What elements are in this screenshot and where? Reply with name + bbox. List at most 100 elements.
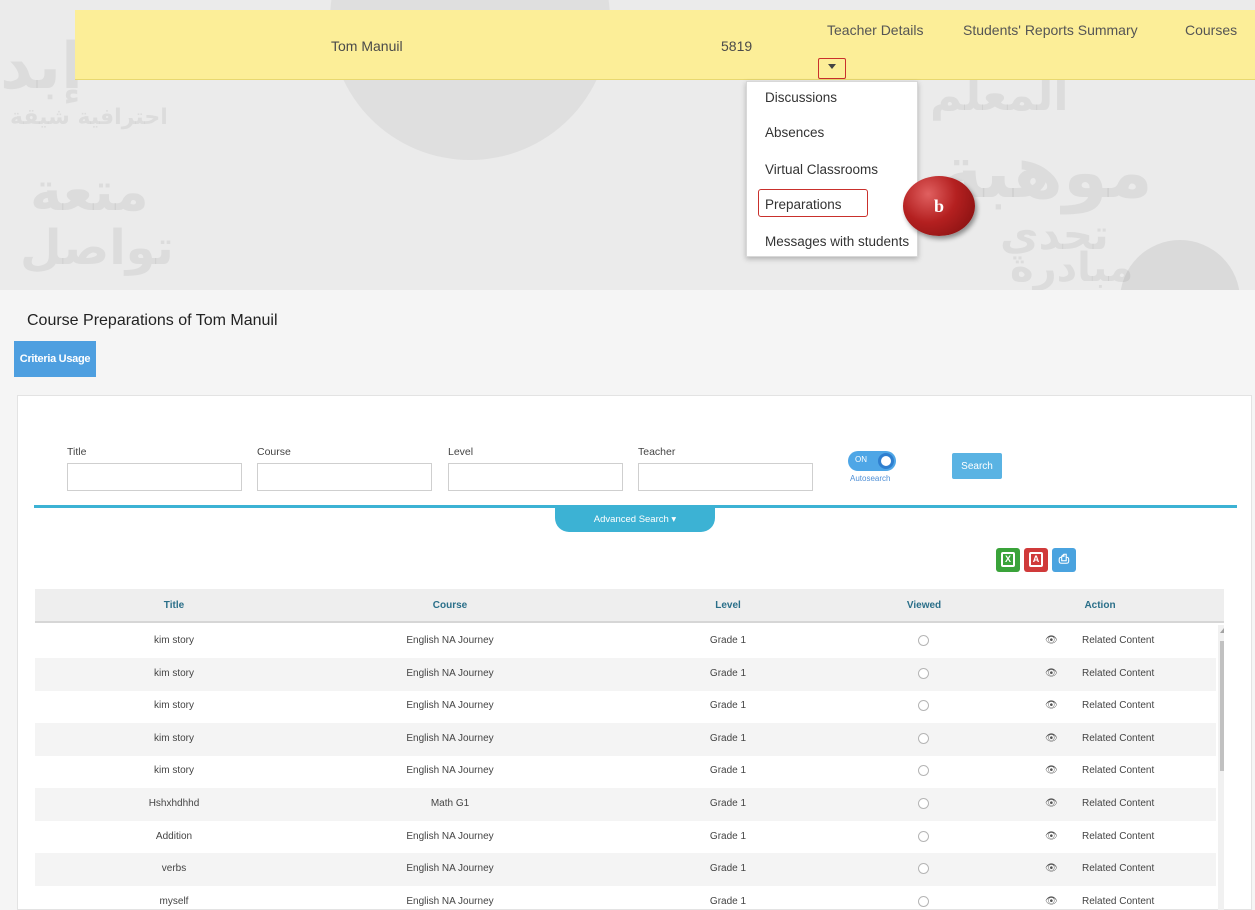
column-header-action[interactable]: Action (1084, 600, 1115, 611)
eye-icon[interactable]: 👁 (1045, 798, 1058, 809)
teacher-filter-input[interactable] (638, 463, 813, 491)
cell-level: Grade 1 (709, 798, 747, 809)
related-content-link[interactable]: Related Content (1082, 831, 1154, 842)
criteria-usage-button[interactable]: Criteria Usage (14, 341, 96, 377)
nav-link-students-reports-summary[interactable]: Students' Reports Summary (963, 22, 1138, 38)
column-header-level[interactable]: Level (715, 600, 741, 611)
table-row[interactable]: kim story English NA Journey Grade 1 👁 Relat… (35, 722, 1216, 756)
table-row[interactable]: verbs English NA Journey Grade 1 👁 Related C… (35, 853, 1216, 887)
background-watermark: ﻣﺒﺎﺩﺭﺓ (1010, 245, 1134, 290)
menu-item-preparations[interactable]: Preparations (765, 197, 842, 212)
background-watermark: ﺗﻮﺍﺻﻞ (20, 220, 174, 276)
cell-course: English NA Journey (406, 635, 494, 646)
autosearch-toggle[interactable]: ON (848, 451, 896, 471)
scroll-up-arrow-icon[interactable] (1220, 628, 1224, 633)
eye-icon[interactable]: 👁 (1045, 668, 1058, 679)
viewed-radio[interactable] (918, 667, 929, 679)
table-row[interactable]: Hshxhdhhd Math G1 Grade 1 👁 Related Content (35, 788, 1216, 821)
caret-down-icon (828, 64, 836, 69)
cell-title: Addition (155, 830, 193, 842)
related-content-link[interactable]: Related Content (1082, 798, 1154, 809)
step-callout-badge: b (903, 176, 975, 236)
level-filter-label: Level (448, 446, 474, 458)
cell-level: Grade 1 (709, 863, 747, 875)
title-filter-label: Title (67, 446, 87, 458)
export-excel-button[interactable]: X (996, 548, 1020, 572)
related-content-link[interactable]: Related Content (1082, 765, 1154, 776)
menu-item-messages-with-students[interactable]: Messages with students (765, 234, 909, 249)
nav-link-teacher-details[interactable]: Teacher Details (827, 22, 924, 38)
eye-icon[interactable]: 👁 (1045, 700, 1058, 711)
table-row[interactable]: kim story English NA Journey Grade 1 👁 Relat… (35, 625, 1216, 658)
cell-level: Grade 1 (709, 667, 747, 679)
level-filter-input[interactable] (448, 463, 623, 491)
column-header-title[interactable]: Title (164, 600, 184, 611)
cell-level: Grade 1 (709, 732, 747, 744)
menu-item-virtual-classrooms[interactable]: Virtual Classrooms (765, 162, 878, 177)
viewed-radio[interactable] (918, 732, 929, 744)
table-row[interactable]: kim story English NA Journey Grade 1 👁 Relat… (35, 755, 1216, 788)
cell-level: Grade 1 (709, 635, 747, 646)
viewed-radio[interactable] (918, 863, 929, 875)
eye-icon[interactable]: 👁 (1045, 831, 1058, 842)
print-button[interactable]: ⎙ (1052, 548, 1076, 572)
cell-title: kim story (154, 700, 194, 712)
teacher-topbar: Tom Manuil 5819 Teacher Details Students… (75, 10, 1255, 80)
excel-icon: X (1001, 552, 1015, 567)
table-row[interactable]: kim story English NA Journey Grade 1 👁 Relat… (35, 690, 1216, 723)
cell-level: Grade 1 (709, 700, 747, 712)
viewed-radio[interactable] (918, 830, 929, 842)
table-row[interactable]: kim story English NA Journey Grade 1 👁 Relat… (35, 657, 1216, 691)
export-pdf-button[interactable]: A (1024, 548, 1048, 572)
main-panel: Course Preparations of Tom Manuil Criter… (0, 290, 1255, 910)
viewed-radio[interactable] (918, 798, 929, 809)
cell-level: Grade 1 (709, 895, 747, 907)
viewed-radio[interactable] (918, 895, 929, 907)
viewed-radio[interactable] (918, 635, 929, 646)
cell-title: kim story (154, 765, 194, 777)
background-watermark: ﺇﺑﺪ (0, 30, 83, 104)
cell-course: English NA Journey (406, 667, 494, 679)
header-area: ﺇﺑﺪ ﺍﺣﺘﺮﺍﻓﻴﺔ ﺷﻴﻘﺔ ﻣﺘﻌﺔ ﺗﻮﺍﺻﻞ ﺍﻟﻤﻌﻠﻢ ﻣﻮﻫﺒ… (0, 0, 1255, 290)
autosearch-label: Autosearch (850, 474, 891, 483)
menu-item-absences[interactable]: Absences (765, 125, 824, 140)
scrollbar-thumb[interactable] (1220, 641, 1224, 771)
advanced-search-toggle[interactable]: Advanced Search ▾ (555, 506, 715, 532)
nav-link-courses[interactable]: Courses (1185, 22, 1237, 38)
search-button[interactable]: Search (952, 453, 1002, 479)
table-header: Title Course Level Viewed Action (35, 589, 1224, 623)
eye-icon[interactable]: 👁 (1045, 863, 1058, 874)
cell-course: Math G1 (430, 798, 470, 809)
more-dropdown-toggle[interactable] (818, 58, 846, 79)
column-header-course[interactable]: Course (433, 600, 467, 611)
course-filter-input[interactable] (257, 463, 432, 491)
table-row[interactable]: Addition English NA Journey Grade 1 👁 Relate… (35, 821, 1216, 854)
eye-icon[interactable]: 👁 (1045, 765, 1058, 776)
menu-item-discussions[interactable]: Discussions (765, 90, 837, 105)
viewed-radio[interactable] (918, 700, 929, 712)
related-content-link[interactable]: Related Content (1082, 635, 1154, 646)
background-decoration (1120, 240, 1240, 290)
related-content-link[interactable]: Related Content (1082, 863, 1154, 874)
eye-icon[interactable]: 👁 (1045, 896, 1058, 907)
background-watermark: ﻣﺘﻌﺔ (30, 160, 149, 223)
related-content-link[interactable]: Related Content (1082, 733, 1154, 744)
cell-course: English NA Journey (406, 765, 494, 777)
table-row[interactable]: myself English NA Journey Grade 1 👁 Related … (35, 886, 1216, 910)
course-filter-label: Course (257, 446, 291, 458)
teacher-name: Tom Manuil (331, 38, 403, 54)
related-content-link[interactable]: Related Content (1082, 700, 1154, 711)
cell-course: English NA Journey (406, 895, 494, 907)
eye-icon[interactable]: 👁 (1045, 635, 1058, 646)
related-content-link[interactable]: Related Content (1082, 896, 1154, 907)
preparations-table: Title Course Level Viewed Action kim sto… (35, 589, 1224, 910)
viewed-radio[interactable] (918, 765, 929, 777)
eye-icon[interactable]: 👁 (1045, 733, 1058, 744)
cell-title: myself (159, 895, 189, 907)
cell-course: English NA Journey (406, 732, 494, 744)
column-header-viewed[interactable]: Viewed (907, 600, 941, 611)
cell-title: kim story (154, 667, 194, 679)
title-filter-input[interactable] (67, 463, 242, 491)
related-content-link[interactable]: Related Content (1082, 668, 1154, 679)
toggle-state: ON (855, 455, 867, 464)
